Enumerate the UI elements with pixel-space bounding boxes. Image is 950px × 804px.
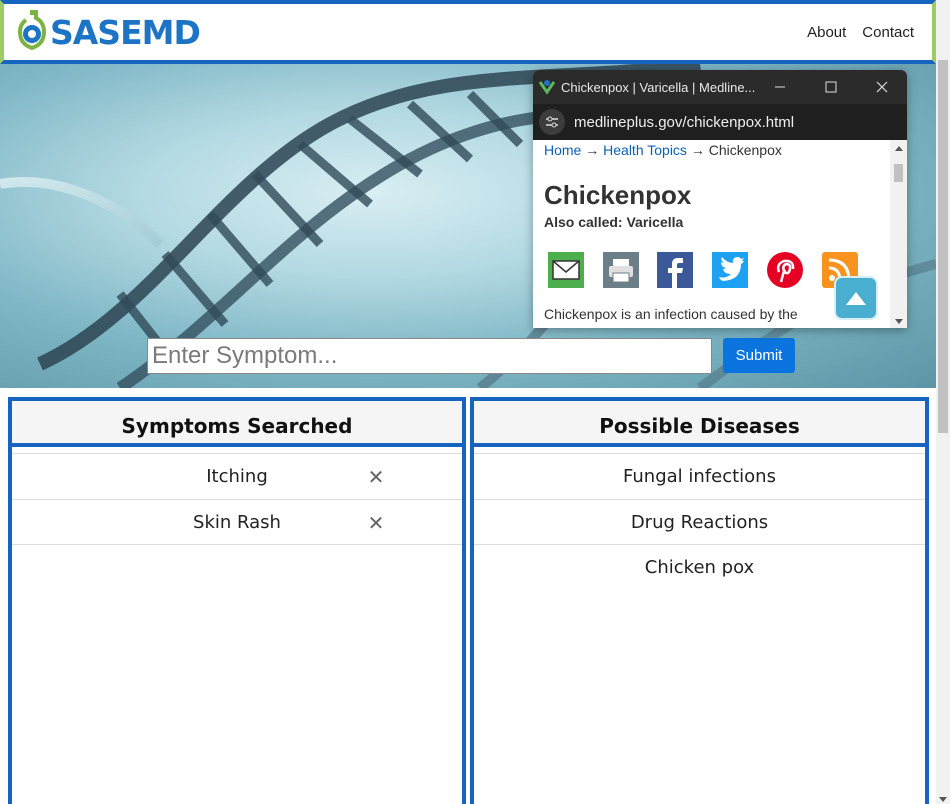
breadcrumb: Home → Health Topics → Chickenpox xyxy=(544,142,782,158)
symptom-label: Itching xyxy=(206,466,268,487)
scroll-up-arrow-icon[interactable] xyxy=(895,146,903,151)
disease-item[interactable]: Fungal infections xyxy=(474,453,925,499)
diseases-panel-title: Possible Diseases xyxy=(474,401,925,447)
logo-icon xyxy=(17,10,47,51)
remove-symptom-icon[interactable]: ✕ xyxy=(366,500,386,546)
scroll-down-arrow-icon[interactable] xyxy=(895,319,903,324)
facebook-icon[interactable] xyxy=(657,252,693,288)
page-scrollbar[interactable] xyxy=(936,0,950,804)
page: SASEMD About Contact Enter Symptom... Su… xyxy=(0,0,950,804)
remove-symptom-icon[interactable]: ✕ xyxy=(366,454,386,500)
page-title: Chickenpox xyxy=(544,180,692,210)
popup-url: medlineplus.gov/chickenpox.html xyxy=(574,113,795,131)
maximize-icon[interactable] xyxy=(808,70,854,104)
symptom-item: Skin Rash ✕ xyxy=(12,499,462,545)
breadcrumb-arrow: → xyxy=(585,142,600,158)
popup-title: Chickenpox | Varicella | Medline... xyxy=(561,79,756,95)
symptoms-panel-title: Symptoms Searched xyxy=(12,401,462,447)
brand-name: SASEMD xyxy=(50,12,201,52)
popup-scrollbar[interactable] xyxy=(890,140,907,328)
email-icon[interactable] xyxy=(548,252,584,288)
twitter-icon[interactable] xyxy=(712,252,748,288)
print-icon[interactable] xyxy=(603,252,639,288)
minimize-icon[interactable] xyxy=(757,70,803,104)
brand-logo[interactable]: SASEMD xyxy=(14,6,201,58)
breadcrumb-home[interactable]: Home xyxy=(544,142,581,158)
symptoms-panel: Symptoms Searched Itching ✕ Skin Rash ✕ xyxy=(8,397,466,804)
popup-address-bar[interactable]: medlineplus.gov/chickenpox.html xyxy=(533,104,907,140)
pinterest-icon[interactable] xyxy=(767,252,803,288)
symptoms-list: Itching ✕ Skin Rash ✕ xyxy=(12,453,462,545)
navbar: SASEMD About Contact xyxy=(0,0,936,64)
disease-item[interactable]: Drug Reactions xyxy=(474,499,925,545)
symptom-item: Itching ✕ xyxy=(12,453,462,499)
nav-links: About Contact xyxy=(807,24,914,41)
diseases-panel: Possible Diseases Fungal infections Drug… xyxy=(470,397,929,804)
popup-scrollbar-thumb[interactable] xyxy=(894,164,903,182)
breadcrumb-current: Chickenpox xyxy=(708,142,782,158)
nav-link-about[interactable]: About xyxy=(807,24,846,41)
intro-paragraph: Chickenpox is an infection caused by the xyxy=(544,306,798,322)
close-icon[interactable] xyxy=(859,70,905,104)
symptom-label: Skin Rash xyxy=(193,512,281,533)
scroll-down-arrow-icon[interactable] xyxy=(939,797,947,802)
breadcrumb-arrow: → xyxy=(690,142,705,158)
symptom-search-input[interactable] xyxy=(147,338,712,374)
breadcrumb-health-topics[interactable]: Health Topics xyxy=(603,142,687,158)
back-to-top-button[interactable] xyxy=(834,276,878,320)
also-called: Also called: Varicella xyxy=(544,214,684,230)
popup-titlebar: Chickenpox | Varicella | Medline... xyxy=(533,70,907,104)
nav-link-contact[interactable]: Contact xyxy=(862,24,914,41)
page-scrollbar-thumb[interactable] xyxy=(938,60,948,433)
submit-button[interactable]: Submit xyxy=(723,338,795,373)
medlineplus-favicon-icon xyxy=(538,80,556,95)
disease-item[interactable]: Chicken pox xyxy=(474,545,925,591)
arrow-up-icon xyxy=(846,292,866,305)
site-settings-icon[interactable] xyxy=(539,109,565,135)
diseases-list: Fungal infections Drug Reactions Chicken… xyxy=(474,453,925,591)
